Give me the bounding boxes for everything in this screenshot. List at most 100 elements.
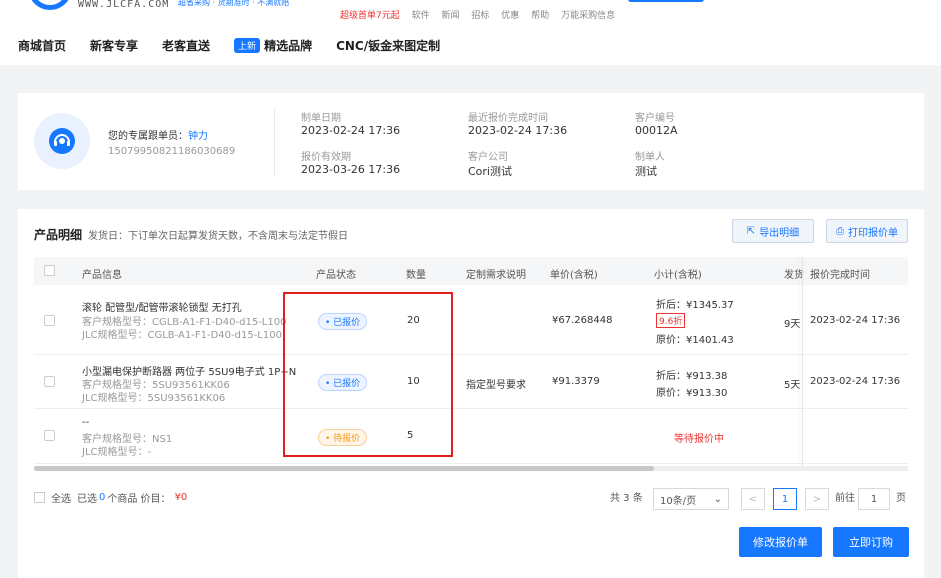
order-now-button[interactable]: 立即订购 bbox=[833, 527, 909, 557]
prev-page-button[interactable]: < bbox=[741, 488, 765, 510]
pending-price: 等待报价中 bbox=[674, 434, 724, 445]
page-1-button[interactable]: 1 bbox=[773, 488, 797, 510]
field-label-company: 客户公司 bbox=[468, 152, 508, 163]
rep-name-value[interactable]: 钟力 bbox=[188, 131, 208, 142]
field-value-company: Cori测试 bbox=[468, 165, 512, 178]
print-label: 打印报价单 bbox=[848, 227, 898, 239]
nav-brands[interactable]: 上新 精选品牌 bbox=[234, 37, 312, 54]
print-button[interactable]: ⎙ 打印报价单 bbox=[826, 219, 908, 243]
next-page-button[interactable]: > bbox=[805, 488, 829, 510]
field-value-create-date: 2023-02-24 17:36 bbox=[301, 124, 401, 137]
top-link-bid[interactable]: 招标 bbox=[471, 11, 489, 21]
product-note: 发货日：下订单次日起算发货天数，不含周末与法定节假日 bbox=[88, 231, 348, 242]
product-name[interactable]: 滚轮 配管型/配管带滚轮锁型 无打孔 bbox=[82, 299, 242, 314]
row-checkbox[interactable] bbox=[44, 376, 55, 387]
field-value-valid: 2023-03-26 17:36 bbox=[301, 163, 401, 176]
top-action-button[interactable] bbox=[628, 0, 704, 2]
discount-tag: 9.6折 bbox=[656, 313, 686, 328]
selected-suffix: 个商品 价目： bbox=[107, 494, 171, 505]
nav-new-customer[interactable]: 新客专享 bbox=[90, 37, 138, 54]
total-count: 共 3 条 bbox=[610, 493, 643, 504]
top-link-news[interactable]: 新闻 bbox=[442, 11, 460, 21]
product-card: 产品明细 发货日：下订单次日起算发货天数，不含周末与法定节假日 ⇱ 导出明细 ⎙ 打… bbox=[18, 209, 924, 578]
field-label-customer-no: 客户编号 bbox=[635, 113, 675, 124]
unit-price: ¥91.3379 bbox=[552, 376, 600, 387]
field-value-creator: 测试 bbox=[635, 165, 657, 178]
col-status: 产品状态 bbox=[316, 270, 356, 281]
top-links: 超级首单7元起 软件 新闻 招标 优惠 帮助 万能采购信息 bbox=[340, 8, 624, 21]
export-button[interactable]: ⇱ 导出明细 bbox=[732, 219, 814, 243]
jlc-model: JLC规格型号：CGLB-A1-F1-D40-d15-L100 bbox=[82, 330, 282, 341]
col-ship: 发货 bbox=[784, 270, 804, 281]
col-qty: 数量 bbox=[406, 270, 426, 281]
scrollbar-thumb[interactable] bbox=[34, 466, 654, 471]
table-row[interactable]: 小型漏电保护断路器 两位子 5SU9电子式 1P+N 客户规格型号：5SU935… bbox=[34, 355, 908, 409]
rep-name: 您的专属跟单员：钟力 bbox=[108, 127, 208, 142]
goto-page-input[interactable]: 1 bbox=[858, 488, 890, 510]
goto-label: 前往 bbox=[835, 493, 855, 504]
headset-icon bbox=[49, 128, 75, 154]
row-checkbox[interactable] bbox=[44, 315, 55, 326]
col-done: 报价完成时间 bbox=[810, 270, 870, 281]
ship-days: 9天 bbox=[784, 319, 801, 330]
done-time: 2023-02-24 17:36 bbox=[810, 376, 901, 387]
table-row[interactable]: -- 客户规格型号：NS1 JLC规格型号：- • 待报价 5 等待报价中 bbox=[34, 409, 908, 464]
new-badge: 上新 bbox=[234, 38, 261, 53]
field-label-creator: 制单人 bbox=[635, 152, 665, 163]
original-price: 原价：¥913.30 bbox=[656, 388, 728, 399]
top-link-help[interactable]: 帮助 bbox=[531, 11, 549, 21]
highlight-box bbox=[283, 292, 453, 457]
product-name[interactable]: -- bbox=[82, 417, 89, 428]
top-link-info[interactable]: 万能采购信息 bbox=[561, 11, 615, 21]
discount-price: 折后：¥1345.37 bbox=[656, 300, 734, 311]
order-info-card: 您的专属跟单员：钟力 15079950821186030689 制单日期 202… bbox=[18, 93, 924, 190]
page-size-select[interactable]: 10条/页 ⌄ bbox=[653, 488, 729, 510]
table-scrollbar[interactable] bbox=[34, 466, 908, 471]
done-time: 2023-02-24 17:36 bbox=[810, 315, 901, 326]
nav-home[interactable]: 商城首页 bbox=[18, 37, 66, 54]
jlc-model: JLC规格型号：5SU93561KK06 bbox=[82, 393, 226, 404]
logo-icon[interactable] bbox=[28, 0, 72, 10]
top-link-promo[interactable]: 超级首单7元起 bbox=[340, 11, 400, 21]
nav-brands-label: 精选品牌 bbox=[264, 39, 313, 53]
top-link-software[interactable]: 软件 bbox=[412, 11, 430, 21]
print-icon: ⎙ bbox=[836, 225, 844, 237]
avatar bbox=[34, 113, 90, 169]
rep-id: 15079950821186030689 bbox=[108, 146, 236, 157]
row-checkbox[interactable] bbox=[44, 430, 55, 441]
product-title: 产品明细 bbox=[34, 228, 83, 242]
table-row[interactable]: 滚轮 配管型/配管带滚轮锁型 无打孔 客户规格型号：CGLB-A1-F1-D40… bbox=[34, 285, 908, 355]
chevron-down-icon: ⌄ bbox=[713, 493, 722, 505]
selected-total: ¥0 bbox=[174, 492, 188, 503]
selected-prefix: 已选 bbox=[77, 494, 97, 505]
fixed-column-divider bbox=[802, 257, 803, 469]
export-label: 导出明细 bbox=[759, 227, 800, 239]
unit-price: ¥67.268448 bbox=[552, 315, 613, 326]
selection-summary: 全选 已选 0 个商品 价目： ¥0 bbox=[34, 490, 187, 505]
select-all-label[interactable]: 全选 bbox=[51, 490, 71, 505]
nav-old-customer[interactable]: 老客直送 bbox=[162, 37, 210, 54]
col-info: 产品信息 bbox=[82, 270, 122, 281]
top-link-promo2[interactable]: 优惠 bbox=[501, 11, 519, 21]
nav-cnc[interactable]: CNC/钣金来图定制 bbox=[336, 37, 440, 54]
divider bbox=[274, 109, 275, 175]
modify-quote-button[interactable]: 修改报价单 bbox=[739, 527, 822, 557]
ship-days: 5天 bbox=[784, 380, 801, 391]
selected-count: 0 bbox=[99, 492, 106, 503]
field-value-customer-no: 00012A bbox=[635, 124, 678, 137]
product-table: 产品信息 产品状态 数量 定制需求说明 单价(含税) 小计(含税) 发货 报价完… bbox=[34, 257, 908, 469]
footer-select-all-checkbox[interactable] bbox=[34, 492, 45, 503]
col-req: 定制需求说明 bbox=[466, 270, 526, 281]
original-price: 原价：¥1401.43 bbox=[656, 335, 734, 346]
site-header: WWW.JLCFA.COM 超省采购 · 货期准时 · 不满就赔 超级首单7元起… bbox=[0, 0, 941, 65]
page-unit: 页 bbox=[896, 493, 906, 504]
field-label-valid: 报价有效期 bbox=[301, 152, 351, 163]
rep-label: 您的专属跟单员： bbox=[108, 131, 188, 142]
site-url: WWW.JLCFA.COM bbox=[78, 0, 170, 10]
col-unit: 单价(含税) bbox=[550, 270, 598, 281]
col-subtotal: 小计(含税) bbox=[654, 270, 702, 281]
select-all-checkbox[interactable] bbox=[44, 265, 55, 276]
jlc-model: JLC规格型号：- bbox=[82, 447, 152, 458]
main-nav: 商城首页 新客专享 老客直送 上新 精选品牌 CNC/钣金来图定制 bbox=[18, 37, 464, 54]
discount-price: 折后：¥913.38 bbox=[656, 371, 728, 382]
